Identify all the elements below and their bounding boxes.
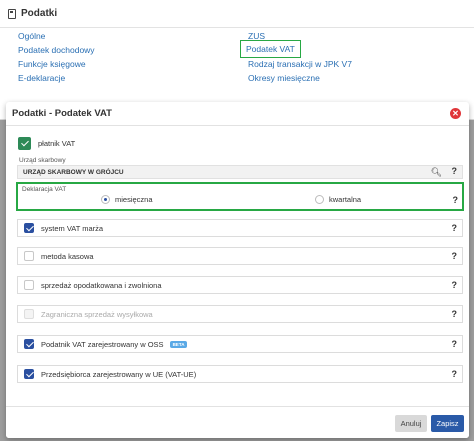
option-oss[interactable]: Podatnik VAT zarejestrowany w OSS BETA ? [17,335,463,353]
help-icon[interactable]: ? [453,195,459,205]
modal-footer: Anuluj Zapisz [6,406,469,438]
radio-monthly-option[interactable]: miesięczna [101,195,153,204]
platnik-vat-label: płatnik VAT [38,139,76,148]
radio-quarterly-label: kwartalna [329,195,362,204]
vat-marza-label: system VAT marża [41,223,104,233]
option-metoda-kasowa[interactable]: metoda kasowa ? [17,247,463,265]
save-button[interactable]: Zapisz [431,415,464,432]
modal-title: Podatki - Podatek VAT [12,108,112,119]
radio-quarterly[interactable] [315,195,324,204]
platnik-vat-checkbox[interactable] [18,137,31,150]
vat-ue-label: Przedsiębiorca zarejestrowany w UE (VAT-… [41,369,197,379]
metoda-kasowa-checkbox[interactable] [24,251,34,261]
sprzedaz-opodatkowana-checkbox[interactable] [24,280,34,290]
option-vat-marza[interactable]: system VAT marża ? [17,219,463,237]
help-icon[interactable]: ? [452,280,458,290]
background-title: Podatki [21,8,58,19]
platnik-vat-option[interactable]: płatnik VAT [18,137,75,150]
option-sprzedaz-opodatkowana[interactable]: sprzedaż opodatkowana i zwolniona ? [17,276,463,294]
radio-monthly[interactable] [101,195,110,204]
link-e-deklaracje[interactable]: E-deklaracje [18,73,65,83]
oss-checkbox[interactable] [24,339,34,349]
help-icon[interactable]: ? [452,339,458,349]
urzad-label: Urząd skarbowy [19,157,66,164]
close-icon[interactable]: ✕ [450,108,461,119]
link-podatek-dochodowy[interactable]: Podatek dochodowy [18,45,95,55]
help-icon[interactable]: ? [452,309,458,319]
link-okresy-miesieczne[interactable]: Okresy miesięczne [248,73,320,83]
modal-header: Podatki - Podatek VAT ✕ [6,102,469,126]
link-funkcje-ksiegowe[interactable]: Funkcje księgowe [18,59,86,69]
cancel-button[interactable]: Anuluj [395,415,427,432]
calculator-icon [8,8,16,19]
background-header: Podatki [0,0,474,28]
deklaracja-vat-group: Deklaracja VAT miesięczna kwartalna ? [16,182,464,211]
urzad-field[interactable]: URZĄD SKARBOWY W GRÓJCU 🔍︎ ? [17,165,463,179]
link-podatek-vat[interactable]: Podatek VAT [240,40,301,58]
oss-label: Podatnik VAT zarejestrowany w OSS [41,339,164,349]
option-zagraniczna-sprzedaz: Zagraniczna sprzedaż wysyłkowa ? [17,305,463,323]
metoda-kasowa-label: metoda kasowa [41,251,94,261]
radio-quarterly-option[interactable]: kwartalna [315,195,361,204]
help-icon[interactable]: ? [452,369,458,379]
help-icon[interactable]: ? [452,251,458,261]
help-icon[interactable]: ? [452,166,458,176]
link-ogolne[interactable]: Ogólne [18,31,45,41]
urzad-value: URZĄD SKARBOWY W GRÓJCU [23,168,124,176]
deklaracja-label: Deklaracja VAT [22,186,67,193]
option-vat-ue[interactable]: Przedsiębiorca zarejestrowany w UE (VAT-… [17,365,463,383]
zagraniczna-sprzedaz-label: Zagraniczna sprzedaż wysyłkowa [41,309,153,319]
sprzedaz-opodatkowana-label: sprzedaż opodatkowana i zwolniona [41,280,162,290]
vat-ue-checkbox[interactable] [24,369,34,379]
link-rodzaj-transakcji[interactable]: Rodzaj transakcji w JPK V7 [248,59,352,69]
help-icon[interactable]: ? [452,223,458,233]
vat-modal: Podatki - Podatek VAT ✕ płatnik VAT Urzą… [6,102,469,438]
beta-badge: BETA [169,340,188,348]
zagraniczna-sprzedaz-checkbox [24,309,34,319]
vat-marza-checkbox[interactable] [24,223,34,233]
radio-monthly-label: miesięczna [115,195,153,204]
search-icon[interactable]: 🔍︎ [431,167,442,178]
